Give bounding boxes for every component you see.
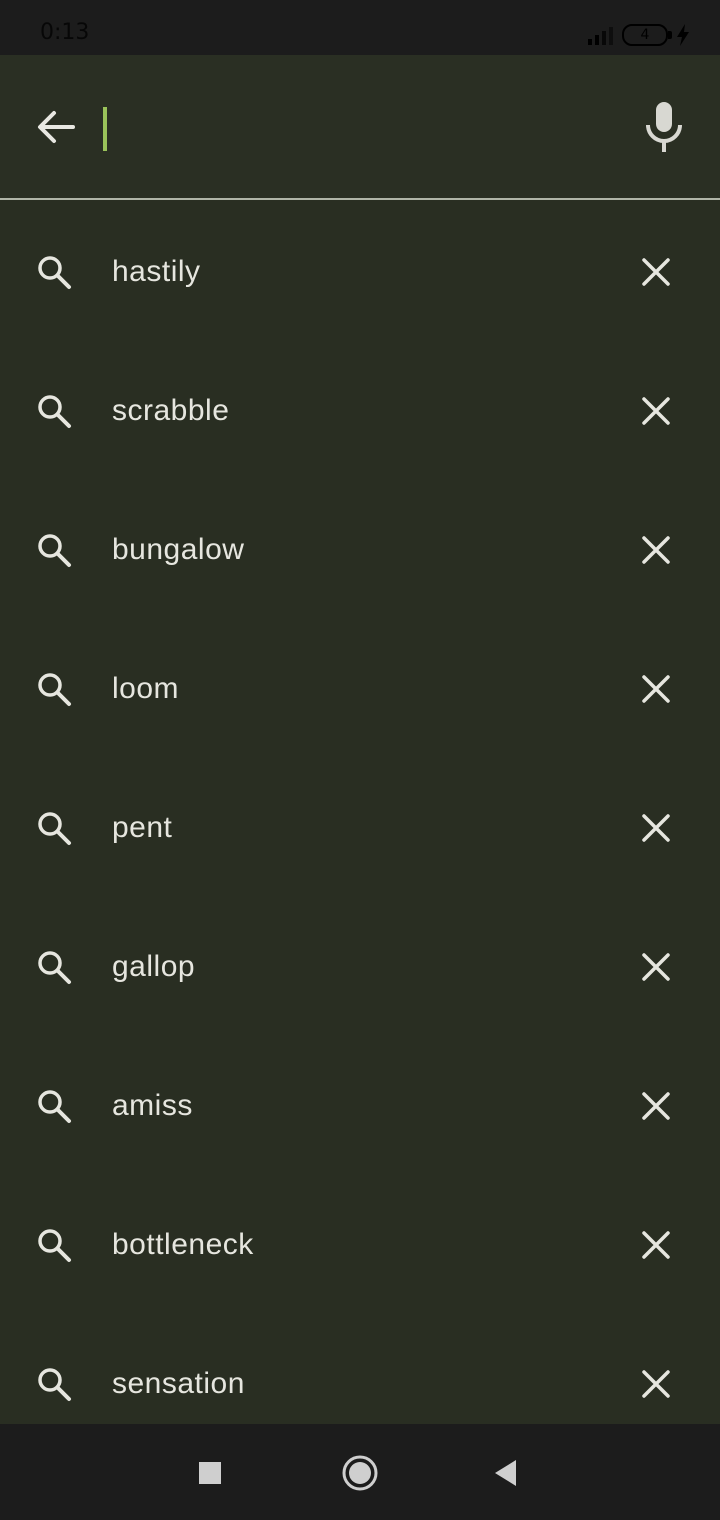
close-icon bbox=[642, 396, 670, 425]
suggestion-label: amiss bbox=[112, 1088, 193, 1122]
close-icon bbox=[642, 1091, 670, 1120]
charging-icon bbox=[677, 24, 689, 46]
suggestion-label: sensation bbox=[112, 1366, 245, 1400]
search-bar bbox=[0, 55, 720, 200]
suggestion-label: loom bbox=[112, 671, 180, 705]
search-icon bbox=[34, 252, 74, 292]
remove-suggestion-button[interactable] bbox=[632, 804, 680, 852]
remove-suggestion-button[interactable] bbox=[632, 665, 680, 713]
close-icon bbox=[642, 674, 670, 703]
nav-recents-button[interactable] bbox=[185, 1448, 235, 1498]
remove-suggestion-button[interactable] bbox=[632, 248, 680, 296]
suggestion-label: gallop bbox=[112, 949, 196, 983]
search-icon bbox=[34, 1086, 74, 1126]
square-icon bbox=[199, 1462, 221, 1484]
close-icon bbox=[642, 952, 670, 981]
status-time: 0:13 bbox=[40, 20, 90, 45]
suggestion-label: scrabble bbox=[112, 393, 230, 427]
suggestion-item[interactable]: pent bbox=[0, 758, 720, 897]
suggestion-label: pent bbox=[112, 810, 173, 844]
nav-back-button[interactable] bbox=[481, 1448, 531, 1498]
search-input[interactable] bbox=[100, 99, 600, 157]
remove-suggestion-button[interactable] bbox=[632, 943, 680, 991]
status-icons: 4 bbox=[586, 22, 690, 48]
suggestion-item[interactable]: sensation bbox=[0, 1314, 720, 1424]
close-icon bbox=[642, 1369, 670, 1398]
suggestion-item[interactable]: bottleneck bbox=[0, 1175, 720, 1314]
battery-icon: 4 bbox=[622, 24, 672, 46]
suggestion-label: bottleneck bbox=[112, 1227, 254, 1261]
remove-suggestion-button[interactable] bbox=[632, 387, 680, 435]
suggestion-label: bungalow bbox=[112, 532, 245, 566]
search-icon bbox=[34, 391, 74, 431]
remove-suggestion-button[interactable] bbox=[632, 1082, 680, 1130]
suggestion-label: hastily bbox=[112, 254, 201, 288]
suggestion-item[interactable]: bungalow bbox=[0, 480, 720, 619]
back-button[interactable] bbox=[28, 99, 84, 155]
suggestion-item[interactable]: amiss bbox=[0, 1036, 720, 1175]
text-caret bbox=[103, 107, 107, 151]
suggestion-item[interactable]: scrabble bbox=[0, 341, 720, 480]
suggestion-item[interactable]: hastily bbox=[0, 202, 720, 341]
remove-suggestion-button[interactable] bbox=[632, 526, 680, 574]
search-icon bbox=[34, 530, 74, 570]
suggestion-item[interactable]: loom bbox=[0, 619, 720, 758]
battery-level: 4 bbox=[640, 27, 650, 43]
search-icon bbox=[34, 947, 74, 987]
search-icon bbox=[34, 1364, 74, 1404]
voice-search-button[interactable] bbox=[636, 99, 692, 155]
search-icon bbox=[34, 808, 74, 848]
search-icon bbox=[34, 669, 74, 709]
remove-suggestion-button[interactable] bbox=[632, 1221, 680, 1269]
signal-icon bbox=[588, 27, 613, 45]
suggestion-item[interactable]: gallop bbox=[0, 897, 720, 1036]
close-icon bbox=[642, 1230, 670, 1259]
navigation-bar bbox=[0, 1424, 720, 1520]
microphone-icon bbox=[646, 102, 682, 152]
status-bar: 0:13 4 bbox=[0, 0, 720, 55]
suggestion-list: hastily scrabble bungalow loom pent gallop ami… bbox=[0, 202, 720, 1424]
close-icon bbox=[642, 257, 670, 286]
arrow-left-icon bbox=[38, 111, 75, 143]
triangle-back-icon bbox=[495, 1460, 516, 1486]
remove-suggestion-button[interactable] bbox=[632, 1360, 680, 1408]
close-icon bbox=[642, 813, 670, 842]
circle-icon bbox=[342, 1455, 378, 1491]
search-icon bbox=[34, 1225, 74, 1265]
nav-home-button[interactable] bbox=[335, 1448, 385, 1498]
close-icon bbox=[642, 535, 670, 564]
